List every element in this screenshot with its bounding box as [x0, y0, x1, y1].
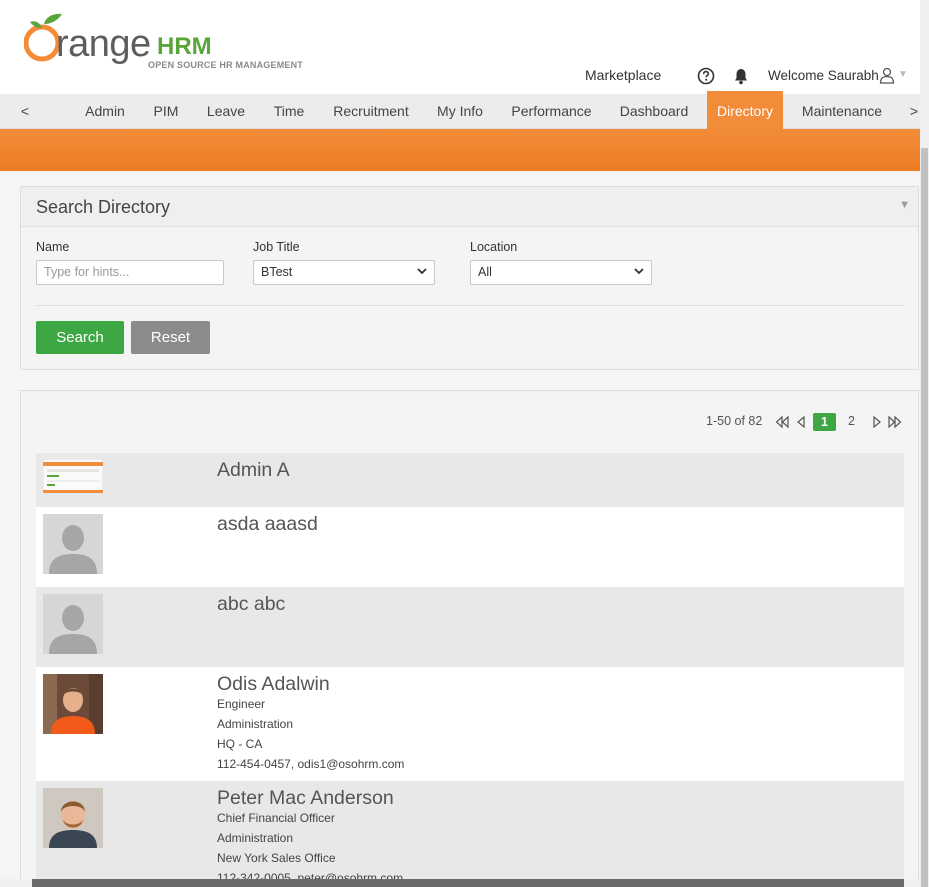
directory-row[interactable]: Odis Adalwin Engineer Administration HQ … [36, 667, 904, 781]
vertical-scrollbar[interactable] [920, 0, 929, 887]
location-select[interactable]: All [470, 260, 652, 285]
menu-item-performance[interactable]: Performance [503, 94, 600, 129]
job-title-value: BTest [261, 265, 293, 279]
chevron-down-icon [634, 268, 644, 275]
page-1-button[interactable]: 1 [813, 413, 836, 431]
location-label: Location [470, 240, 518, 254]
menu-item-time[interactable]: Time [264, 94, 314, 129]
header-actions: Marketplace Welcome Saurabh ▼ [0, 64, 920, 88]
employee-name[interactable]: Admin A [217, 459, 290, 482]
first-page-icon[interactable] [775, 415, 789, 429]
employee-department: Administration [217, 831, 294, 845]
search-directory-panel: Search Directory ▼ Name Type for hints..… [20, 186, 919, 370]
employee-name[interactable]: Odis Adalwin [217, 673, 330, 696]
user-icon[interactable] [879, 67, 895, 84]
pagination-range: 1-50 of 82 [706, 414, 763, 428]
main-menu: < Admin PIM Leave Time Recruitment My In… [0, 91, 920, 129]
search-button[interactable]: Search [36, 321, 124, 354]
orange-banner [0, 129, 920, 171]
horizontal-scrollbar[interactable] [0, 879, 920, 887]
default-avatar-icon [43, 514, 103, 574]
employee-photo [43, 674, 103, 734]
menu-item-leave[interactable]: Leave [198, 94, 254, 129]
menu-item-recruitment[interactable]: Recruitment [325, 94, 417, 129]
pagination: 1-50 of 82 1 2 [706, 413, 906, 431]
employee-name[interactable]: asda aaasd [217, 513, 318, 536]
job-title-select[interactable]: BTest [253, 260, 435, 285]
notification-bell-icon[interactable] [732, 67, 750, 85]
help-icon[interactable] [697, 67, 715, 85]
last-page-icon[interactable] [888, 415, 902, 429]
employee-location: New York Sales Office [217, 851, 336, 865]
default-avatar-icon [43, 594, 103, 654]
welcome-user-menu[interactable]: Welcome Saurabh [768, 68, 879, 83]
reset-button[interactable]: Reset [131, 321, 210, 354]
scrollbar-thumb[interactable] [921, 148, 928, 887]
name-input[interactable]: Type for hints... [36, 260, 224, 285]
collapse-toggle-icon[interactable]: ▼ [899, 199, 910, 211]
directory-row[interactable]: abc abc [36, 587, 904, 667]
scrollbar-thumb[interactable] [32, 879, 904, 887]
menu-prev-arrow[interactable]: < [16, 94, 34, 129]
name-label: Name [36, 240, 70, 254]
previous-page-icon[interactable] [794, 415, 808, 429]
employee-job-title: Chief Financial Officer [217, 811, 335, 825]
employee-job-title: Engineer [217, 697, 266, 711]
search-panel-title: Search Directory [36, 197, 171, 217]
top-header: range HRM OPEN SOURCE HR MANAGEMENT Mark… [0, 0, 920, 94]
employee-name[interactable]: Peter Mac Anderson [217, 787, 394, 810]
next-page-icon[interactable] [870, 415, 884, 429]
form-divider [36, 305, 904, 306]
employee-location: HQ - CA [217, 737, 263, 751]
search-panel-header: Search Directory ▼ [21, 187, 918, 227]
menu-item-pim[interactable]: PIM [144, 94, 188, 129]
location-value: All [478, 265, 492, 279]
menu-item-my-info[interactable]: My Info [428, 94, 492, 129]
menu-item-directory[interactable]: Directory [707, 91, 783, 129]
employee-department: Administration [217, 717, 294, 731]
directory-row[interactable]: Admin A [36, 453, 904, 507]
employee-name[interactable]: abc abc [217, 593, 285, 616]
logo-word: range [56, 23, 151, 65]
menu-item-maintenance[interactable]: Maintenance [794, 94, 890, 129]
menu-item-admin[interactable]: Admin [75, 94, 135, 129]
employee-photo-thumbnail [43, 459, 103, 493]
employee-photo [43, 788, 103, 848]
directory-results-panel: 1-50 of 82 1 2 Admin A asda aaasd abc ab… [20, 390, 919, 887]
directory-row[interactable]: Peter Mac Anderson Chief Financial Offic… [36, 781, 904, 886]
directory-row[interactable]: asda aaasd [36, 507, 904, 587]
employee-contact: 112-454-0457, odis1@osohrm.com [217, 757, 405, 771]
page-2-button[interactable]: 2 [848, 414, 855, 428]
job-title-label: Job Title [253, 240, 300, 254]
menu-item-dashboard[interactable]: Dashboard [611, 94, 697, 129]
marketplace-link[interactable]: Marketplace [585, 67, 661, 83]
logo-hrm: HRM [157, 33, 212, 60]
chevron-down-icon[interactable]: ▼ [898, 69, 908, 80]
chevron-down-icon [417, 268, 427, 275]
